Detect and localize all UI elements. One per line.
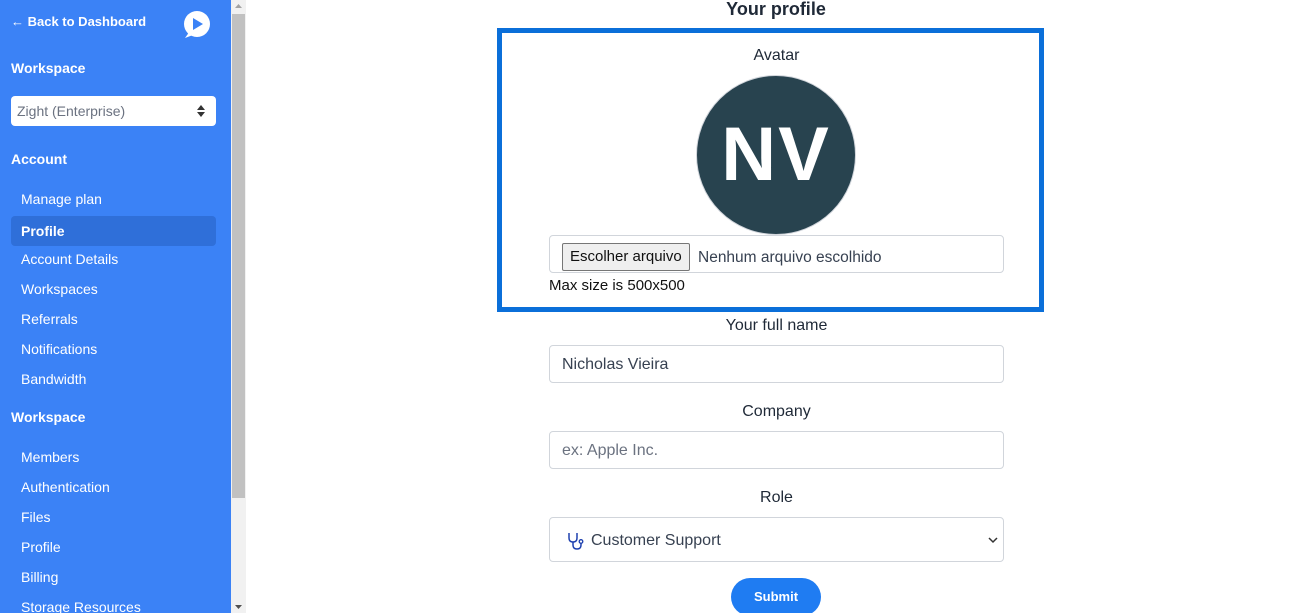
workspace-select-value: Zight (Enterprise) <box>17 103 126 119</box>
sidebar-item-billing[interactable]: Billing <box>11 562 216 592</box>
avatar-label: Avatar <box>753 47 800 64</box>
company-field[interactable]: ex: Apple Inc. <box>549 431 1004 469</box>
back-to-dashboard-link[interactable]: ← Back to Dashboard <box>11 14 146 29</box>
sidebar-item-authentication[interactable]: Authentication <box>11 472 216 502</box>
role-select[interactable]: Customer Support <box>549 517 1004 562</box>
scroll-up-arrow-icon[interactable] <box>234 2 243 11</box>
submit-button[interactable]: Submit <box>731 578 821 613</box>
fullname-field[interactable]: Nicholas Vieira <box>549 345 1004 383</box>
sidebar-item-profile[interactable]: Profile <box>11 216 216 246</box>
company-label: Company <box>742 403 811 420</box>
stethoscope-icon <box>568 533 584 550</box>
workspace-select[interactable]: Zight (Enterprise) <box>11 96 216 126</box>
sidebar-item-bandwidth[interactable]: Bandwidth <box>11 364 216 394</box>
updown-arrows-icon <box>197 105 205 117</box>
sidebar-item-referrals[interactable]: Referrals <box>11 304 216 334</box>
sidebar-scrollbar[interactable] <box>231 0 246 613</box>
fullname-label: Your full name <box>725 317 828 334</box>
zight-logo-icon[interactable] <box>181 9 211 39</box>
scroll-down-arrow-icon[interactable] <box>234 602 243 611</box>
workspace-heading: Workspace <box>11 60 86 76</box>
sidebar-item-notifications[interactable]: Notifications <box>11 334 216 364</box>
sidebar: ← Back to Dashboard Workspace Zight (Ent… <box>0 0 231 613</box>
role-select-value: Customer Support <box>591 532 721 549</box>
file-status-text: Nenhum arquivo escolhido <box>698 249 882 266</box>
sidebar-item-workspaces[interactable]: Workspaces <box>11 274 216 304</box>
sidebar-item-account-details[interactable]: Account Details <box>11 244 216 274</box>
role-label: Role <box>760 489 793 506</box>
account-heading: Account <box>11 151 67 167</box>
choose-file-button[interactable]: Escolher arquivo <box>562 243 690 271</box>
page-title: Your profile <box>726 0 826 19</box>
sidebar-item-storage-resources[interactable]: Storage Resources <box>11 592 216 613</box>
sidebar-item-members[interactable]: Members <box>11 442 216 472</box>
sidebar-item-ws-profile[interactable]: Profile <box>11 532 216 562</box>
sidebar-item-files[interactable]: Files <box>11 502 216 532</box>
sidebar-item-manage-plan[interactable]: Manage plan <box>11 184 216 214</box>
avatar-size-hint: Max size is 500x500 <box>549 277 685 294</box>
chevron-down-icon <box>988 537 998 544</box>
scrollbar-thumb[interactable] <box>232 14 245 498</box>
avatar-file-input[interactable]: Escolher arquivo Nenhum arquivo escolhid… <box>549 235 1004 273</box>
workspace-heading-2: Workspace <box>11 409 86 425</box>
avatar: NV <box>696 75 856 235</box>
